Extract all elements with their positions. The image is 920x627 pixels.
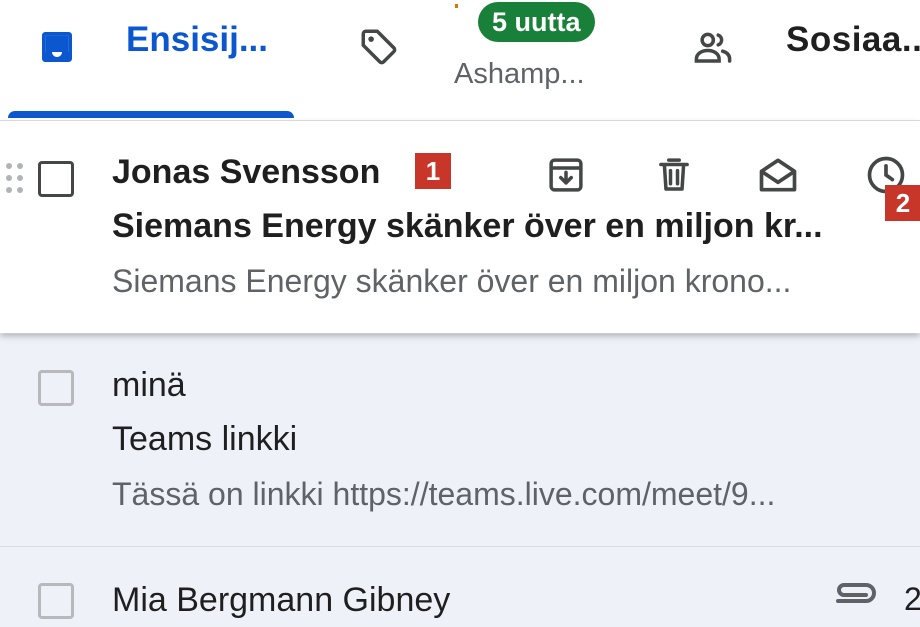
email-row[interactable]: minä Teams linkki Tässä on linkki https:…	[0, 334, 920, 547]
select-checkbox[interactable]	[38, 161, 74, 197]
mark-as-read-button[interactable]	[752, 151, 804, 203]
tab-primary-label: Ensisij...	[126, 20, 268, 59]
email-subject: Siemans Energy skänker över en miljon kr…	[112, 207, 823, 245]
select-checkbox[interactable]	[38, 583, 74, 619]
tab-promotions-sublabel: Ashamp...	[454, 58, 585, 90]
attachment-icon	[832, 577, 880, 617]
tab-promotions[interactable]: 5 uutta Ashamp...	[340, 0, 640, 120]
category-tabs: Ensisij... 5 uutta Ashamp... Sosiaa..	[0, 0, 920, 121]
inbox-icon	[36, 26, 78, 68]
email-sender: minä	[112, 366, 186, 404]
callout-marker: 1	[415, 153, 451, 189]
tab-social-label: Sosiaa..	[786, 20, 920, 59]
email-snippet: Tässä on linkki https://teams.live.com/m…	[112, 476, 776, 512]
email-row[interactable]: Mia Bergmann Gibney 2	[0, 547, 920, 627]
email-snippet: Siemans Energy skänker över en miljon kr…	[112, 263, 792, 299]
tag-icon	[358, 26, 400, 68]
archive-button[interactable]	[540, 151, 592, 203]
people-icon	[692, 26, 734, 68]
new-count-badge: 5 uutta	[478, 2, 595, 42]
hover-actions	[540, 151, 920, 203]
email-sender: Mia Bergmann Gibney	[112, 581, 451, 619]
drag-handle-icon[interactable]	[4, 161, 26, 195]
tab-primary[interactable]: Ensisij...	[0, 0, 300, 120]
delete-button[interactable]	[648, 151, 700, 203]
tab-social[interactable]: Sosiaa..	[680, 0, 920, 120]
email-date: 2	[904, 581, 920, 617]
email-subject: Teams linkki	[112, 420, 298, 458]
select-checkbox[interactable]	[38, 370, 74, 406]
delete-icon	[653, 154, 695, 201]
callout-marker: 2	[885, 185, 920, 221]
email-row[interactable]: Jonas Svensson 1 Siemans Energy skänker …	[0, 121, 920, 333]
archive-icon	[545, 154, 587, 201]
active-tab-indicator	[8, 111, 294, 118]
email-sender: Jonas Svensson	[112, 153, 381, 191]
mark-read-icon	[756, 153, 800, 202]
